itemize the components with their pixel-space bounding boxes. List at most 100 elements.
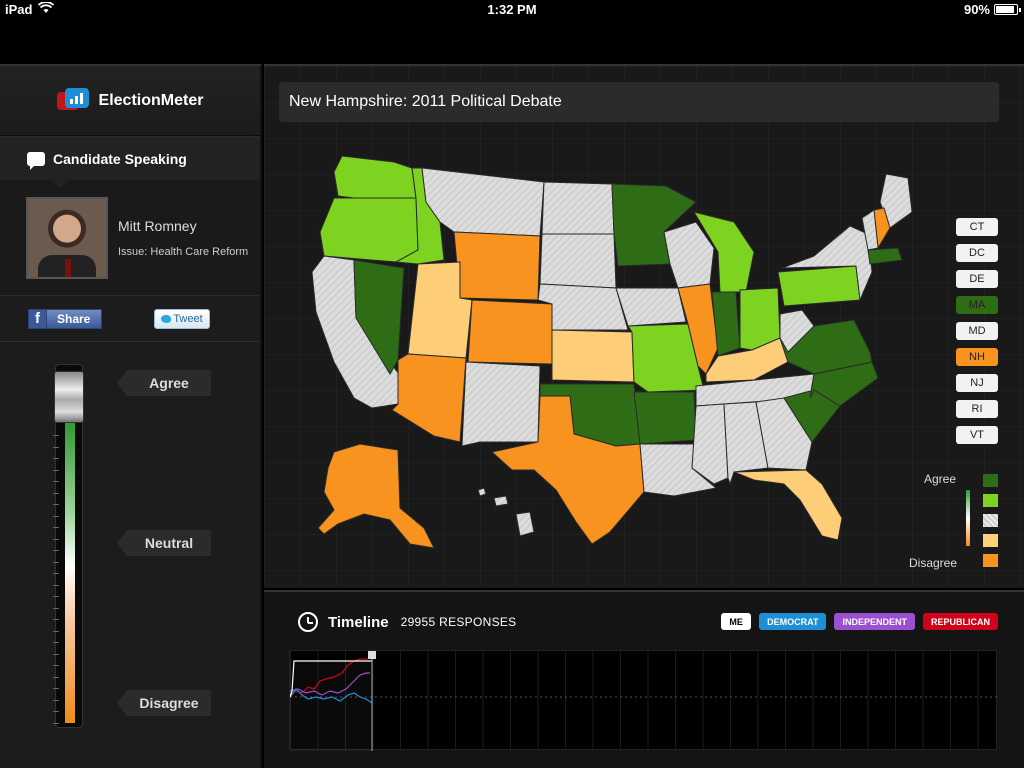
state-wa[interactable] (333, 155, 417, 199)
state-pa[interactable] (777, 265, 861, 307)
meter-tick (53, 688, 59, 689)
agree-label[interactable]: Agree (117, 370, 211, 396)
state-fl[interactable] (733, 469, 843, 541)
battery-icon (994, 4, 1021, 15)
top-band (0, 20, 1024, 64)
party-button-democrat[interactable]: DEMOCRAT (759, 613, 827, 630)
clock: 1:32 PM (487, 2, 537, 17)
candidate-issue: Issue: Health Care Reform (118, 245, 249, 258)
tweet-label: Tweet (173, 312, 203, 325)
state-button-vt[interactable]: VT (956, 426, 998, 444)
state-ne[interactable] (537, 283, 629, 331)
meter-tick (53, 458, 59, 459)
legend-agree-label: Agree (924, 472, 957, 486)
debate-title: New Hampshire: 2011 Political Debate (289, 93, 562, 110)
state-hi-2[interactable] (493, 495, 509, 507)
share-label: Share (57, 311, 91, 326)
meter-tick (53, 665, 59, 666)
clock-icon (298, 612, 318, 632)
timeline-chart[interactable] (289, 649, 998, 751)
timeline-title: Timeline (328, 613, 389, 631)
state-or[interactable] (319, 197, 419, 263)
meter-tick (53, 561, 59, 563)
party-button-independent[interactable]: INDEPENDENT (834, 613, 915, 630)
speech-bubble-icon (27, 151, 45, 170)
meter-tick (53, 584, 59, 586)
electionmeter-logo-icon (56, 87, 91, 114)
meter-tick (53, 515, 59, 517)
party-button-me[interactable]: ME (721, 613, 752, 630)
state-button-dc[interactable]: DC (956, 244, 998, 262)
legend-swatch (983, 514, 998, 527)
candidate-speaking-header: Candidate Speaking (0, 136, 260, 188)
disagree-label[interactable]: Disagree (117, 690, 211, 716)
brand-name: ElectionMeter (98, 91, 204, 109)
state-button-ct[interactable]: CT (956, 218, 998, 236)
sidebar: ElectionMeter Candidate Speaking Mitt Ro… (0, 64, 262, 768)
legend-swatch (983, 554, 998, 567)
meter-tick (53, 630, 59, 632)
us-map (311, 155, 913, 549)
timeline-header: Timeline 29955 RESPONSES (298, 612, 517, 632)
meter-tick (53, 469, 59, 471)
state-ks[interactable] (551, 329, 635, 383)
meter-tick (53, 446, 59, 448)
state-az[interactable] (391, 353, 467, 443)
state-button-nj[interactable]: NJ (956, 374, 998, 392)
state-co[interactable] (467, 299, 553, 365)
state-ia[interactable] (615, 287, 687, 327)
timeline-panel: Timeline 29955 RESPONSES ME DEMOCRAT INDEP… (264, 590, 1024, 768)
tweet-button[interactable]: Tweet (154, 308, 210, 329)
state-hi-3[interactable] (515, 511, 535, 537)
neutral-label[interactable]: Neutral (117, 530, 211, 556)
state-button-md[interactable]: MD (956, 322, 998, 340)
timeline-plot (289, 649, 998, 751)
meter-tick (53, 607, 59, 609)
meter-tick (53, 596, 59, 597)
brand: ElectionMeter (0, 66, 260, 136)
state-button-de[interactable]: DE (956, 270, 998, 288)
meter-slider-handle[interactable] (54, 371, 84, 423)
legend-disagree-label: Disagree (909, 556, 958, 570)
status-bar: iPad 1:32 PM 90% (0, 0, 1024, 20)
candidate-card: Mitt Romney Issue: Health Care Reform (0, 180, 260, 296)
meter-tick (53, 653, 59, 655)
state-button-ma[interactable]: MA (956, 296, 998, 314)
meter-tick (53, 492, 59, 494)
state-nd[interactable] (541, 181, 615, 235)
state-ak[interactable] (317, 443, 435, 549)
state-sd[interactable] (539, 233, 617, 289)
state-button-ri[interactable]: RI (956, 400, 998, 418)
state-ar[interactable] (633, 391, 697, 445)
debate-title-bar: New Hampshire: 2011 Political Debate (279, 82, 999, 122)
state-ms[interactable] (691, 403, 729, 485)
party-button-republican[interactable]: REPUBLICAN (922, 613, 998, 630)
meter-tick (53, 676, 59, 678)
playhead-handle[interactable] (368, 649, 376, 659)
candidate-name: Mitt Romney (118, 217, 197, 234)
state-hi[interactable] (477, 487, 487, 497)
opinion-meter: Agree Neutral Disagree (0, 342, 260, 762)
legend-swatch (983, 494, 998, 507)
state-ma-map[interactable] (867, 247, 903, 265)
meter-track[interactable] (53, 364, 84, 728)
meter-tick (53, 504, 59, 505)
share-row: f Share Tweet (0, 296, 260, 342)
color-legend: Agree Disagree (909, 472, 1004, 572)
meter-tick (53, 435, 59, 436)
legend-swatch (983, 474, 998, 487)
legend-gradient (966, 490, 970, 546)
map-panel: New Hampshire: 2011 Political Debate CT … (264, 64, 1024, 588)
response-count: 29955 RESPONSES (400, 615, 517, 629)
state-button-nh[interactable]: NH (956, 348, 998, 366)
meter-tick (53, 573, 59, 574)
facebook-share-button[interactable]: f Share (28, 308, 102, 329)
state-nm[interactable] (461, 361, 541, 447)
meter-tick (53, 722, 59, 724)
state-wy[interactable] (453, 231, 541, 301)
candidate-photo (26, 196, 108, 279)
small-state-list: CT DC DE MA MD NH NJ RI VT (956, 218, 998, 452)
meter-gradient (65, 421, 75, 723)
party-filter: ME DEMOCRAT INDEPENDENT REPUBLICAN (721, 613, 998, 630)
meter-tick (53, 711, 59, 712)
